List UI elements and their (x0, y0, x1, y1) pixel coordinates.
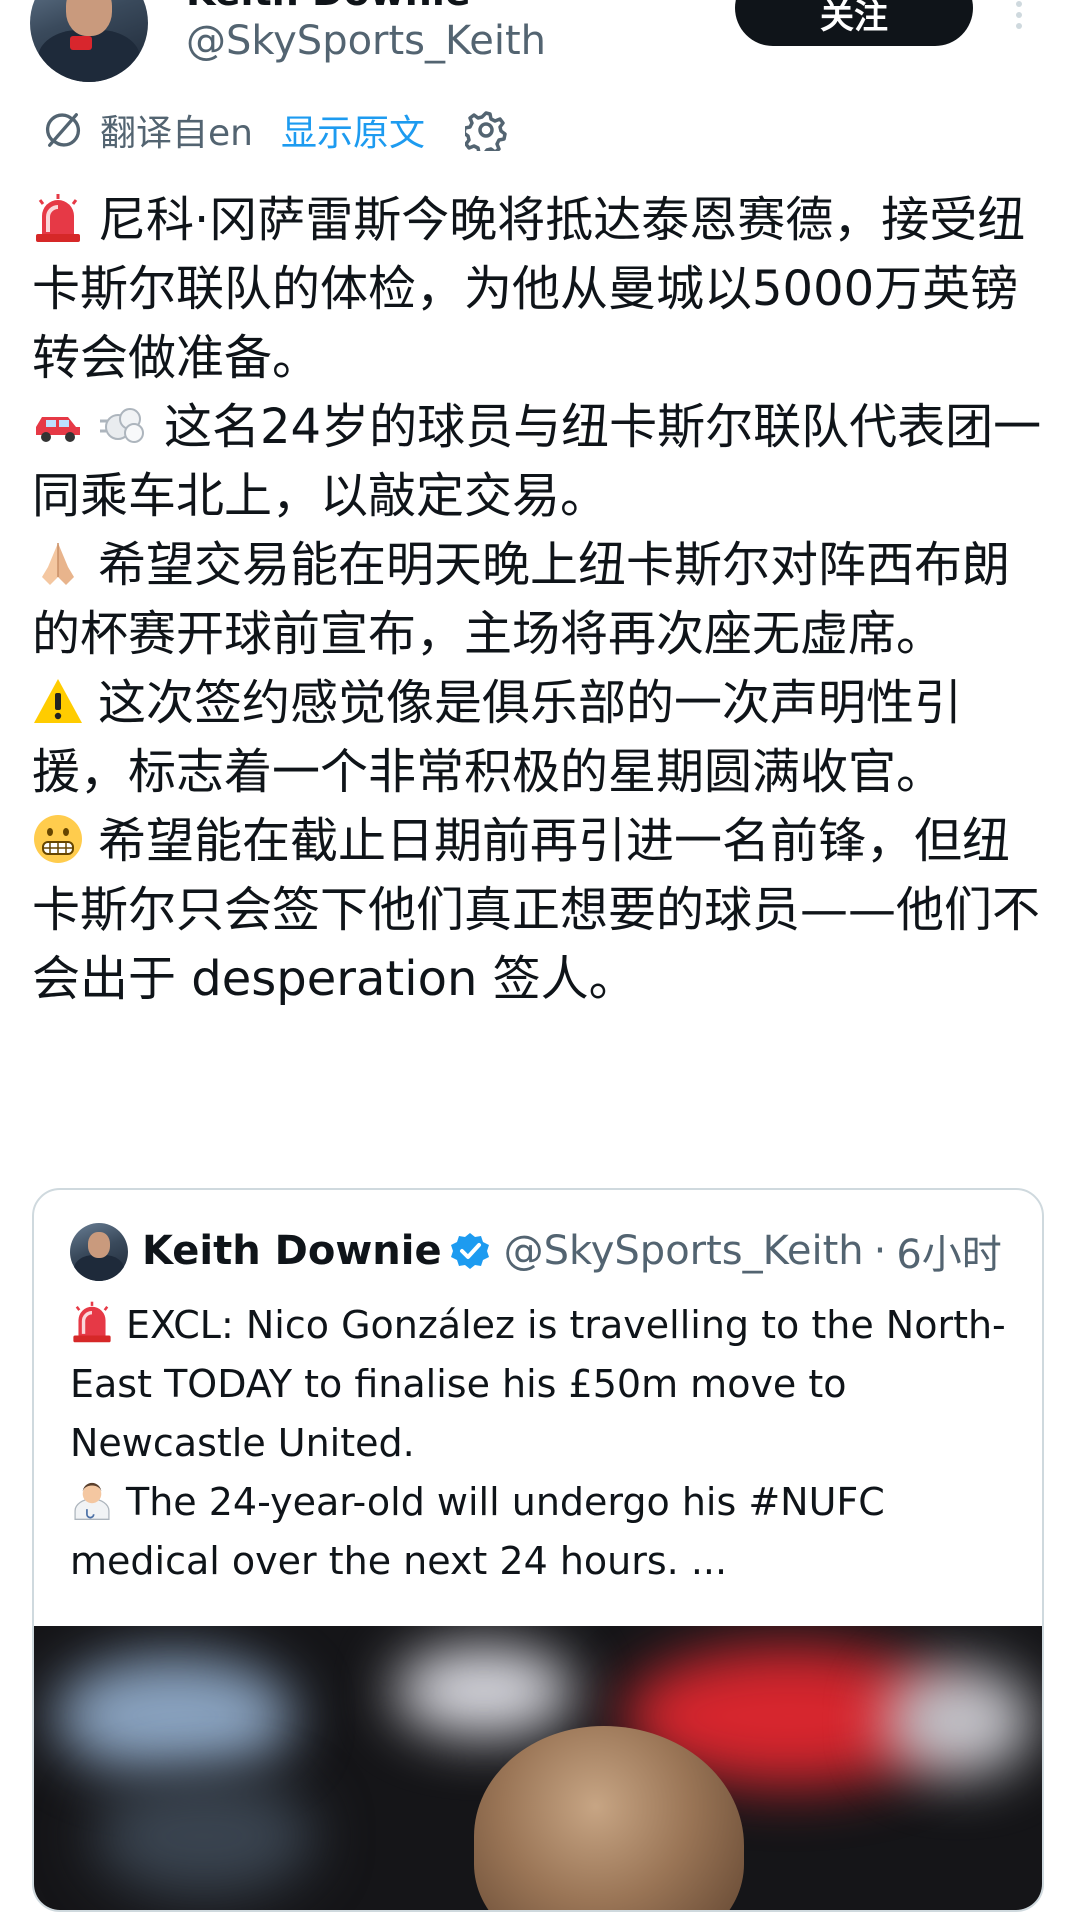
translated-from-label: 翻译自en (100, 113, 253, 154)
dash-icon (98, 399, 150, 451)
author-avatar[interactable] (30, 0, 148, 82)
post-paragraph-text: 这名24岁的球员与纽卡斯尔联队代表团一同乘车北上，以敲定交易。 (32, 399, 1042, 524)
quoted-post-photo[interactable] (34, 1626, 1042, 1910)
post-paragraph: 这名24岁的球员与纽卡斯尔联队代表团一同乘车北上，以敲定交易。 (32, 393, 1052, 531)
author-display-name[interactable]: Keith Downie (186, 0, 471, 14)
quoted-post-time[interactable]: 6小时 (896, 1222, 1001, 1280)
quoted-post-card[interactable]: Keith Downie @SkySports_Keith · 6小时 EXCL… (32, 1188, 1044, 1912)
car-icon (32, 399, 84, 451)
post-body: 尼科·冈萨雷斯今晚将抵达泰恩赛德，接受纽卡斯尔联队的体检，为他从曼城以5000万… (32, 186, 1052, 1014)
more-options-icon[interactable] (1012, 0, 1026, 30)
quoted-paragraph-text: The 24-year-old will undergo his #NUFC m… (70, 1480, 885, 1583)
folded-hands-icon (32, 537, 84, 589)
quoted-author-handle[interactable]: @SkySports_Keith (504, 1228, 864, 1274)
post-paragraph-text: 希望能在截止日期前再引进一名前锋，但纽卡斯尔只会签下他们真正想要的球员——他们不… (32, 813, 1041, 1007)
quoted-paragraph: EXCL: Nico González is travelling to the… (70, 1296, 1020, 1473)
post-paragraph: 这次签约感觉像是俱乐部的一次声明性引援，标志着一个非常积极的星期圆满收官。 (32, 669, 1052, 807)
post-paragraph-text: 希望交易能在明天晚上纽卡斯尔对阵西布朗的杯赛开球前宣布，主场将再次座无虚席。 (32, 537, 1011, 662)
post-paragraph: 希望能在截止日期前再引进一名前锋，但纽卡斯尔只会签下他们真正想要的球员——他们不… (32, 807, 1052, 1014)
post-paragraph: 希望交易能在明天晚上纽卡斯尔对阵西布朗的杯赛开球前宣布，主场将再次座无虚席。 (32, 531, 1052, 669)
translation-bar: 翻译自en 显示原文 (44, 104, 507, 156)
translate-icon (45, 113, 81, 147)
quoted-author-name[interactable]: Keith Downie (142, 1228, 442, 1274)
warning-icon (32, 675, 84, 727)
quoted-post-header: Keith Downie @SkySports_Keith · 6小时 (142, 1220, 1002, 1282)
quoted-paragraph: The 24-year-old will undergo his #NUFC m… (70, 1473, 1020, 1591)
grimacing-face-icon (32, 813, 84, 865)
quoted-post-body: EXCL: Nico González is travelling to the… (70, 1296, 1020, 1591)
police-light-icon (32, 192, 84, 244)
post-paragraph: 尼科·冈萨雷斯今晚将抵达泰恩赛德，接受纽卡斯尔联队的体检，为他从曼城以5000万… (32, 186, 1052, 393)
gear-icon[interactable] (464, 109, 507, 151)
separator-dot: · (873, 1228, 887, 1274)
author-handle[interactable]: @SkySports_Keith (186, 18, 546, 64)
post-paragraph-text: 尼科·冈萨雷斯今晚将抵达泰恩赛德，接受纽卡斯尔联队的体检，为他从曼城以5000万… (32, 192, 1026, 386)
tweet-header: Keith Downie @SkySports_Keith 关注 (0, 0, 1080, 100)
quoted-paragraph-text: EXCL: Nico González is travelling to the… (70, 1303, 1006, 1465)
show-original-link[interactable]: 显示原文 (281, 104, 425, 156)
follow-button[interactable]: 关注 (735, 0, 973, 46)
verified-badge-icon (450, 1233, 489, 1269)
police-light-icon (70, 1300, 114, 1344)
post-paragraph-text: 这次签约感觉像是俱乐部的一次声明性引援，标志着一个非常积极的星期圆满收官。 (32, 675, 963, 800)
quoted-author-avatar[interactable] (70, 1223, 128, 1281)
doctor-icon (70, 1477, 114, 1521)
